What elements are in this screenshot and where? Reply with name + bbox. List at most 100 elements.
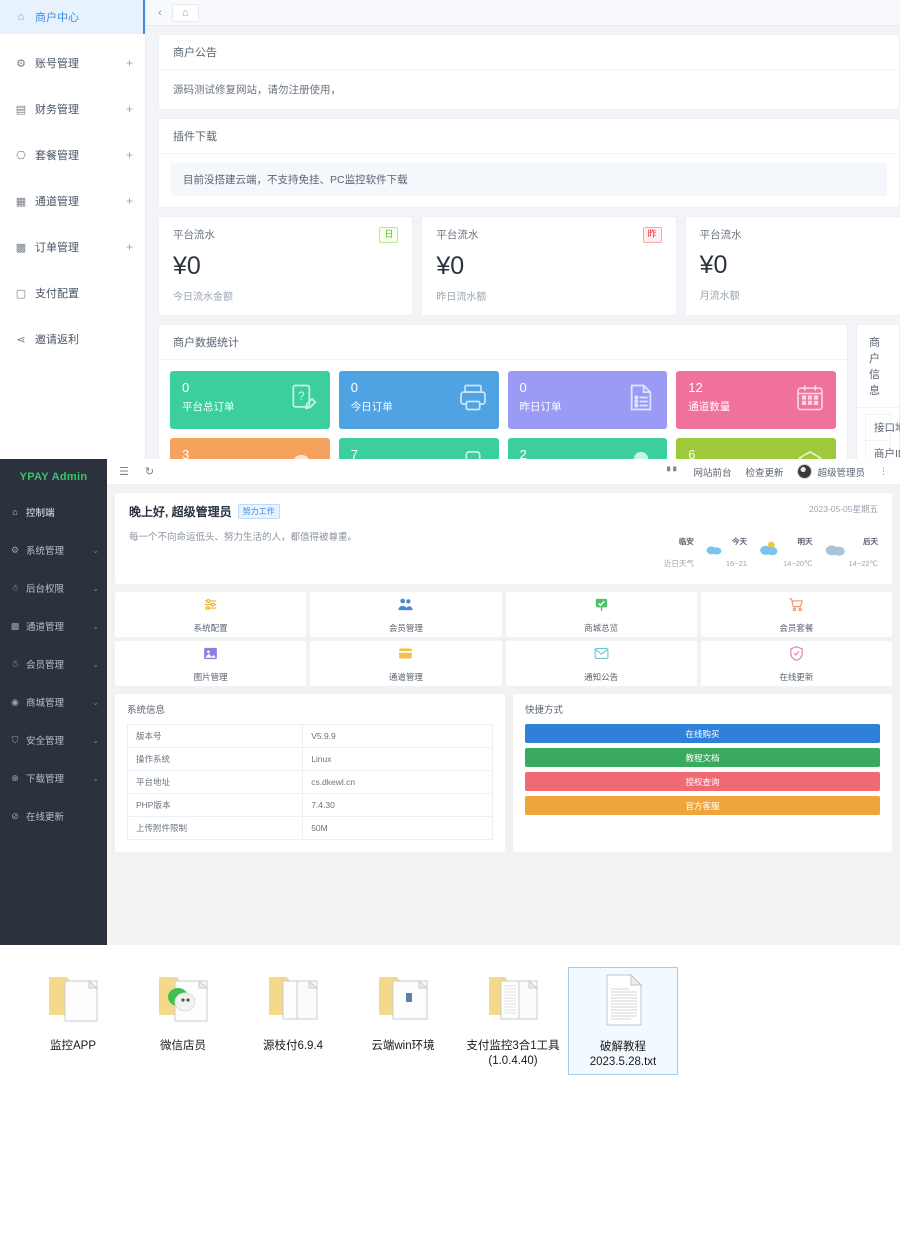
merchant-main: ‹ ⌂ 商户公告 源码测试修复网站，请勿注册使用， 插件下载 目前没搭建云端，不… — [146, 0, 900, 459]
sidebar-item-label: 套餐管理 — [35, 147, 126, 163]
weather-widget: 临安 近日天气 今天 16~21 — [664, 529, 878, 572]
table-row: 版本号 V5.9.9 — [128, 725, 493, 748]
quick-support-button[interactable]: 官方客服 — [525, 796, 880, 815]
table-row: PHP版本 7.4.30 — [128, 794, 493, 817]
sidebar-item-shop[interactable]: ◉ 商城管理 ⌄ — [0, 689, 107, 715]
shortcut-notice[interactable]: 通知公告 — [506, 641, 697, 686]
sidebar-item-permissions[interactable]: ☃ 后台权限 ⌄ — [0, 575, 107, 601]
front-site-link[interactable]: 网站前台 — [693, 465, 731, 479]
sidebar-item-account[interactable]: ⚙ 账号管理 + — [0, 46, 145, 80]
more-vertical-icon[interactable]: ⋮ — [879, 466, 888, 477]
sidebar-item-merchant-center[interactable]: ⌂ 商户中心 — [0, 0, 145, 34]
user-menu[interactable]: 超级管理员 — [797, 464, 865, 479]
desktop-icon-folder[interactable]: 微信店员 — [128, 967, 238, 1075]
stat-tile[interactable]: 0 平台总订单 ? — [170, 371, 330, 429]
weather-temp: 近日天气 — [664, 559, 694, 568]
current-date: 2023-05-05星期五 — [664, 503, 878, 515]
refresh-icon[interactable]: ↻ — [145, 465, 154, 478]
channel-icon: ▩ — [9, 621, 21, 632]
sidebar-item-payment-config[interactable]: ▢ 支付配置 — [0, 276, 145, 310]
flow-sub: 今日流水金额 — [173, 288, 398, 303]
stat-tile[interactable]: 7 支付宝通道 — [339, 438, 499, 459]
sidebar-item-label: 商户中心 — [35, 9, 133, 25]
table-row: 操作系统 Linux — [128, 748, 493, 771]
quick-docs-button[interactable]: 教程文档 — [525, 748, 880, 767]
plugin-title: 插件下载 — [159, 119, 899, 154]
chevron-down-icon[interactable]: ⌄ — [92, 546, 99, 555]
shortcut-online-update[interactable]: 在线更新 — [701, 641, 892, 686]
tab-home[interactable]: ⌂ — [172, 4, 199, 22]
info-row: 商户ID — [865, 440, 891, 459]
quick-buy-button[interactable]: 在线购买 — [525, 724, 880, 743]
flow-amount: ¥0 — [700, 251, 900, 280]
desktop-icon-textfile[interactable]: 破解教程2023.5.28.txt — [568, 967, 678, 1075]
stat-tile[interactable]: 3 微信通道 — [170, 438, 330, 459]
merchant-bottom-row: 商户数据统计 0 平台总订单 ? — [158, 324, 900, 459]
sidebar-item-package[interactable]: ⎔ 套餐管理 + — [0, 138, 145, 172]
chevron-down-icon[interactable]: ⌄ — [92, 622, 99, 631]
tab-back-arrow-icon[interactable]: ‹ — [152, 7, 168, 19]
quick-license-button[interactable]: 授权查询 — [525, 772, 880, 791]
sidebar-item-channel[interactable]: ▦ 通道管理 + — [0, 184, 145, 218]
weather-day: 今天 — [732, 537, 747, 546]
shortcut-channel-manage[interactable]: 通道管理 — [310, 641, 501, 686]
sidebar-item-channel[interactable]: ▩ 通道管理 ⌄ — [0, 613, 107, 639]
expand-plus-icon[interactable]: + — [126, 148, 133, 162]
flow-card-today: 平台流水 日 ¥0 今日流水金额 — [158, 216, 413, 316]
shortcut-label: 在线更新 — [779, 671, 813, 683]
chevron-down-icon[interactable]: ⌄ — [92, 584, 99, 593]
weather-today: 今天 16~21 — [706, 529, 747, 572]
sysinfo-value: cs.dkewl.cn — [303, 771, 493, 794]
desktop-icon-folder[interactable]: 云端win环境 — [348, 967, 458, 1075]
member-icon: ☃ — [9, 659, 21, 670]
grid-icon[interactable]: ▘▘ — [667, 467, 679, 476]
sidebar-item-security[interactable]: ⛉ 安全管理 ⌄ — [0, 727, 107, 753]
weather-day: 后天 — [863, 537, 878, 546]
sliders-icon — [202, 596, 219, 618]
chevron-down-icon[interactable]: ⌄ — [92, 660, 99, 669]
sidebar-item-system[interactable]: ⚙ 系统管理 ⌄ — [0, 537, 107, 563]
stats-title: 商户数据统计 — [159, 325, 847, 360]
expand-plus-icon[interactable]: + — [126, 56, 133, 70]
desktop-icon-folder[interactable]: 监控APP — [18, 967, 128, 1075]
desktop-icon-folder[interactable]: 支付监控3合1工具(1.0.4.40) — [458, 967, 568, 1075]
folder-icon — [263, 971, 323, 1032]
sidebar-item-label: 通道管理 — [35, 193, 126, 209]
sidebar-item-label: 系统管理 — [26, 543, 92, 557]
shortcut-system-config[interactable]: 系统配置 — [115, 592, 306, 637]
stat-tile[interactable]: 0 昨日订单 — [508, 371, 668, 429]
shortcut-label: 会员套餐 — [779, 622, 813, 634]
sidebar-item-finance[interactable]: ▤ 财务管理 + — [0, 92, 145, 126]
payment-icon: ▢ — [14, 287, 28, 300]
info-row: 接口地址 — [865, 414, 891, 440]
shortcut-member-manage[interactable]: 会员管理 — [310, 592, 501, 637]
stat-tile[interactable]: 12 通道数量 — [676, 371, 836, 429]
sidebar-item-online-update[interactable]: ⊘ 在线更新 — [0, 803, 107, 829]
system-info-title: 系统信息 — [115, 694, 505, 724]
system-info-panel: 系统信息 版本号 V5.9.9 操作系统 Linux 平台地址 cs.dkewl — [115, 694, 505, 852]
sidebar-item-invite-rebate[interactable]: ⋖ 邀请返利 — [0, 322, 145, 356]
shortcut-image-manage[interactable]: 图片管理 — [115, 641, 306, 686]
chevron-down-icon[interactable]: ⌄ — [92, 736, 99, 745]
sidebar-item-members[interactable]: ☃ 会员管理 ⌄ — [0, 651, 107, 677]
sidebar-item-order[interactable]: ▩ 订单管理 + — [0, 230, 145, 264]
sidebar-item-download[interactable]: ⊕ 下载管理 ⌄ — [0, 765, 107, 791]
expand-plus-icon[interactable]: + — [126, 194, 133, 208]
notice-title: 商户公告 — [159, 35, 899, 70]
stat-tile[interactable]: 6 离线通道 — [676, 438, 836, 459]
badge-yesterday: 昨 — [643, 227, 662, 243]
check-update-link[interactable]: 检查更新 — [745, 465, 783, 479]
shortcut-member-package[interactable]: 会员套餐 — [701, 592, 892, 637]
stat-tile[interactable]: 2 QQ通道 — [508, 438, 668, 459]
stat-tile[interactable]: 0 今日订单 — [339, 371, 499, 429]
expand-plus-icon[interactable]: + — [126, 102, 133, 116]
menu-icon[interactable]: ☰ — [119, 465, 129, 478]
desktop-icon-folder[interactable]: 源枝付6.9.4 — [238, 967, 348, 1075]
shortcut-shop-overview[interactable]: 商城总览 — [506, 592, 697, 637]
chevron-down-icon[interactable]: ⌄ — [92, 698, 99, 707]
chevron-down-icon[interactable]: ⌄ — [92, 774, 99, 783]
expand-plus-icon[interactable]: + — [126, 240, 133, 254]
sidebar-item-dashboard[interactable]: ⌂ 控制端 — [0, 499, 107, 525]
sysinfo-value: 7.4.30 — [303, 794, 493, 817]
sysinfo-key: 操作系统 — [128, 748, 303, 771]
